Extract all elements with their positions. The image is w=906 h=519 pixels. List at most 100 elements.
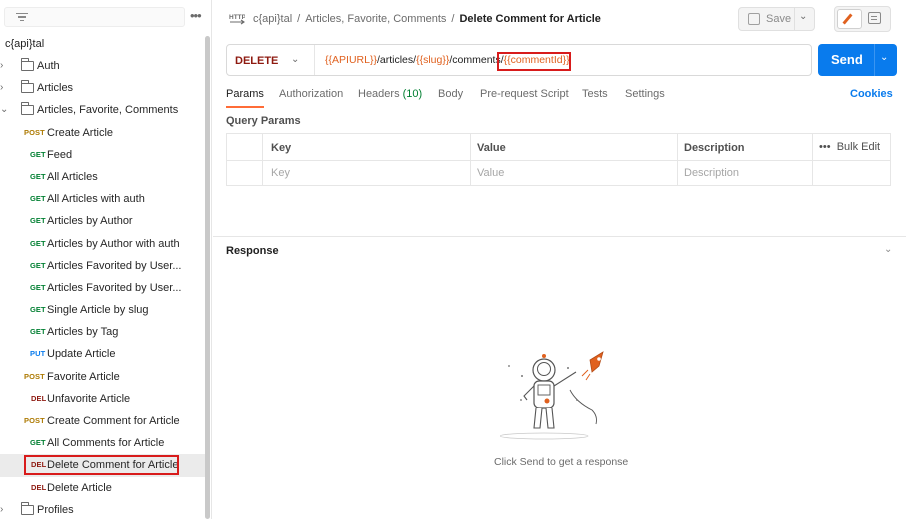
url-segment: /comments/ bbox=[449, 54, 504, 66]
request-label: Unfavorite Article bbox=[47, 392, 131, 405]
sidebar-request[interactable]: POST Create Article bbox=[0, 122, 205, 144]
response-divider[interactable] bbox=[213, 236, 906, 237]
sidebar-request[interactable]: POST Create Comment for Article bbox=[0, 410, 205, 432]
tab-prerequest-script[interactable]: Pre-request Script bbox=[480, 88, 569, 100]
chevron-down-icon[interactable]: ⌄ bbox=[884, 244, 892, 255]
sidebar-request[interactable]: GET All Comments for Article bbox=[0, 432, 205, 454]
sidebar-request[interactable]: DEL Delete Article bbox=[0, 477, 205, 499]
sidebar-folder[interactable]: › Auth bbox=[0, 55, 205, 77]
folder-label: Articles, Favorite, Comments bbox=[37, 104, 179, 117]
method-badge: GET bbox=[30, 327, 46, 337]
more-options-icon[interactable]: ••• bbox=[190, 8, 206, 26]
sidebar-request[interactable]: GET Articles by Author with auth bbox=[0, 233, 205, 255]
request-tabs: Params Authorization Headers (10) Body P… bbox=[226, 88, 891, 110]
svg-text:HTTP: HTTP bbox=[229, 14, 245, 21]
request-label: Feed bbox=[47, 148, 73, 161]
chevron-down-icon[interactable]: ⌄ bbox=[799, 11, 807, 22]
save-divider bbox=[794, 8, 795, 30]
method-badge: GET bbox=[30, 238, 46, 248]
sidebar-request[interactable]: GET Articles by Tag bbox=[0, 321, 205, 343]
filter-icon bbox=[15, 11, 28, 23]
tab-body[interactable]: Body bbox=[438, 88, 463, 100]
send-button[interactable]: Send ⌄ bbox=[818, 44, 897, 76]
folder-icon bbox=[21, 80, 34, 94]
tab-headers-label: Headers bbox=[358, 88, 400, 100]
documentation-icon[interactable] bbox=[868, 12, 881, 24]
method-value: DELETE bbox=[235, 55, 279, 67]
request-name[interactable]: Delete Comment for Article bbox=[459, 13, 600, 25]
sidebar-request[interactable]: GET Feed bbox=[0, 144, 205, 166]
save-button[interactable]: Save ⌄ bbox=[738, 7, 815, 31]
edit-mode-button[interactable] bbox=[837, 9, 862, 29]
sidebar-request[interactable]: DEL Delete Comment for Article bbox=[0, 454, 205, 477]
url-variable-slug: {{slug}} bbox=[416, 54, 450, 66]
request-label: All Comments for Article bbox=[47, 437, 165, 450]
sidebar-folder[interactable]: › Articles bbox=[0, 77, 205, 99]
request-label: Articles Favorited by User... bbox=[47, 259, 182, 272]
key-input[interactable]: Key bbox=[271, 167, 290, 179]
url-bar: DELETE ⌄ {{APIURL}}/articles/{{slug}}/co… bbox=[226, 44, 812, 76]
tab-params[interactable]: Params bbox=[226, 88, 264, 108]
method-badge: GET bbox=[30, 282, 46, 292]
folder-icon bbox=[21, 58, 34, 71]
sidebar-request[interactable]: GET Single Article by slug bbox=[0, 299, 205, 321]
sidebar-folder[interactable]: ⌄ Articles, Favorite, Comments bbox=[0, 99, 205, 121]
breadcrumb-separator: / bbox=[297, 13, 301, 25]
request-label: All Articles bbox=[47, 170, 98, 183]
folder-label: Articles bbox=[37, 82, 74, 95]
sidebar-request[interactable]: GET Articles Favorited by User... bbox=[0, 277, 205, 299]
sidebar-scrollbar[interactable] bbox=[205, 36, 210, 519]
tab-headers[interactable]: Headers (10) bbox=[358, 88, 422, 100]
row-divider bbox=[227, 160, 890, 161]
tab-settings[interactable]: Settings bbox=[625, 88, 665, 100]
save-icon bbox=[748, 13, 760, 25]
folder-icon bbox=[21, 102, 34, 116]
query-params-title: Query Params bbox=[226, 115, 301, 127]
request-header: HTTP c{api}tal / Articles, Favorite, Comme… bbox=[213, 0, 906, 40]
more-options-icon: ••• bbox=[819, 141, 831, 153]
sidebar-folder[interactable]: › Profiles bbox=[0, 499, 205, 519]
sidebar-request[interactable]: POST Favorite Article bbox=[0, 366, 205, 388]
highlight-box bbox=[24, 455, 179, 476]
response-title: Response bbox=[226, 245, 279, 257]
workspace-title[interactable]: c{api}tal bbox=[5, 38, 44, 50]
tab-authorization[interactable]: Authorization bbox=[279, 88, 343, 100]
chevron-right-icon[interactable]: › bbox=[0, 77, 10, 99]
chevron-down-icon[interactable]: ⌄ bbox=[0, 99, 10, 121]
breadcrumb-folder[interactable]: Articles, Favorite, Comments bbox=[305, 13, 446, 25]
breadcrumb-separator: / bbox=[451, 13, 455, 25]
description-input[interactable]: Description bbox=[684, 167, 739, 179]
bulk-edit-label: Bulk Edit bbox=[836, 141, 881, 153]
request-label: Articles by Tag bbox=[47, 326, 119, 339]
sidebar-request[interactable]: GET Articles by Author bbox=[0, 210, 205, 232]
request-label: All Articles with auth bbox=[47, 193, 145, 206]
filter-input[interactable] bbox=[4, 7, 185, 27]
sidebar-request[interactable]: DEL Unfavorite Article bbox=[0, 388, 205, 410]
method-badge: DEL bbox=[31, 482, 47, 492]
sidebar-request[interactable]: PUT Update Article bbox=[0, 343, 205, 365]
folder-icon bbox=[21, 501, 34, 515]
view-mode-toggle bbox=[834, 6, 891, 32]
method-badge: GET bbox=[30, 260, 46, 270]
chevron-down-icon[interactable]: ⌄ bbox=[880, 52, 888, 63]
breadcrumb-workspace[interactable]: c{api}tal bbox=[253, 13, 292, 25]
chevron-right-icon[interactable]: › bbox=[0, 499, 10, 519]
bulk-edit-button[interactable]: ••• Bulk Edit bbox=[819, 141, 880, 153]
astronaut-illustration bbox=[499, 350, 618, 445]
sidebar-request[interactable]: GET All Articles with auth bbox=[0, 188, 205, 210]
request-label: Create Comment for Article bbox=[47, 415, 180, 427]
folder-label: Profiles bbox=[37, 503, 74, 516]
request-label: Articles Favorited by User... bbox=[47, 281, 182, 294]
column-header-value: Value bbox=[477, 142, 506, 154]
sidebar-request[interactable]: GET All Articles bbox=[0, 166, 205, 188]
app-window: ••• c{api}tal › Auth › Articles ⌄ Articles, F… bbox=[0, 0, 906, 519]
sidebar-request[interactable]: GET Articles Favorited by User... bbox=[0, 255, 205, 277]
method-badge: POST bbox=[24, 371, 45, 381]
chevron-right-icon[interactable]: › bbox=[0, 55, 10, 77]
tab-tests[interactable]: Tests bbox=[582, 88, 608, 100]
request-label: Articles by Author bbox=[47, 215, 133, 228]
method-select[interactable]: DELETE ⌄ bbox=[227, 45, 315, 75]
method-badge: GET bbox=[30, 171, 46, 181]
cookies-link[interactable]: Cookies bbox=[850, 88, 893, 100]
value-input[interactable]: Value bbox=[477, 167, 504, 179]
